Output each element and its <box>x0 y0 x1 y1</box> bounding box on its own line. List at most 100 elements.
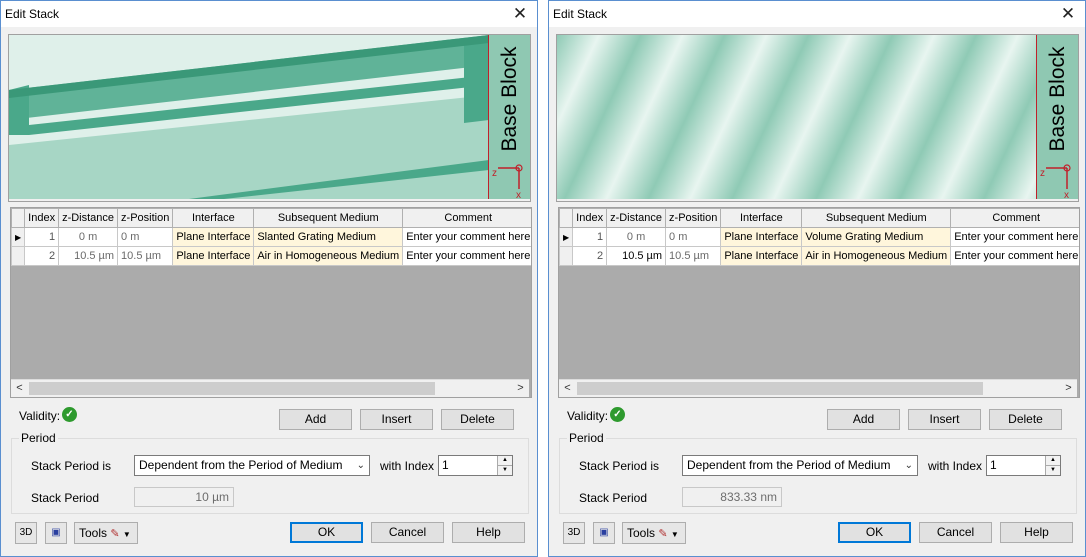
cancel-button[interactable]: Cancel <box>371 522 444 543</box>
row-header-corner <box>559 208 574 228</box>
table-row[interactable]: 2 10.5 µm 10.5 µm Plane Interface Air in… <box>11 246 531 266</box>
medium-cell[interactable]: Slanted Grating Medium <box>253 227 404 247</box>
spin-up-icon[interactable]: ▲ <box>1045 456 1060 466</box>
save-icon[interactable]: ▣ <box>593 522 615 544</box>
comment-cell[interactable]: Enter your comment here <box>950 227 1079 247</box>
delete-button[interactable]: Delete <box>441 409 514 430</box>
column-header[interactable]: z-Position <box>665 208 722 228</box>
with-index-stepper[interactable]: 1 ▲ ▼ <box>438 455 513 476</box>
z-distance-cell[interactable]: 0 m <box>606 227 667 247</box>
column-header[interactable]: Subsequent Medium <box>253 208 404 228</box>
scrollbar-thumb[interactable] <box>577 382 983 395</box>
view-3d-icon[interactable]: 3D <box>563 522 585 544</box>
scroll-right-icon[interactable]: > <box>1060 380 1077 397</box>
tools-menu-button[interactable]: Tools ✎ ▼ <box>622 522 686 544</box>
base-block: Base Block z x <box>1036 35 1078 199</box>
help-button[interactable]: Help <box>1000 522 1073 543</box>
z-distance-cell[interactable]: 10.5 µm <box>606 246 667 266</box>
stack-period-is-label: Stack Period is <box>579 459 660 473</box>
with-index-stepper[interactable]: 1 ▲ ▼ <box>986 455 1061 476</box>
base-block: Base Block z x <box>488 35 530 199</box>
scroll-left-icon[interactable]: < <box>11 380 28 397</box>
scroll-right-icon[interactable]: > <box>512 380 529 397</box>
column-header[interactable]: Index <box>572 208 608 228</box>
view-3d-icon[interactable]: 3D <box>15 522 37 544</box>
axis-x-label: x <box>1064 190 1069 199</box>
z-position-cell: 10.5 µm <box>665 246 722 266</box>
table-row[interactable]: 2 10.5 µm 10.5 µm Plane Interface Air in… <box>559 246 1079 266</box>
medium-cell[interactable]: Air in Homogeneous Medium <box>801 246 952 266</box>
table-row[interactable]: ▶ 1 0 m 0 m Plane Interface Slanted Grat… <box>11 227 531 247</box>
ok-button[interactable]: OK <box>290 522 363 543</box>
spin-down-icon[interactable]: ▼ <box>1045 466 1060 475</box>
tools-label: Tools <box>627 526 656 540</box>
insert-button[interactable]: Insert <box>908 409 981 430</box>
check-icon: ✓ <box>62 407 77 422</box>
validity-label: Validity: <box>19 409 61 423</box>
stack-period-dropdown[interactable]: Dependent from the Period of Medium ⌄ <box>682 455 918 476</box>
axis-indicator-icon: z x <box>1040 164 1071 199</box>
column-header[interactable]: Comment <box>402 208 531 228</box>
close-icon[interactable]: ✕ <box>1057 3 1079 25</box>
ok-button[interactable]: OK <box>838 522 911 543</box>
column-header[interactable]: Interface <box>172 208 255 228</box>
add-button[interactable]: Add <box>827 409 900 430</box>
stack-preview: Base Block z x <box>556 34 1079 202</box>
scroll-left-icon[interactable]: < <box>559 380 576 397</box>
edit-stack-dialog-left: Edit Stack ✕ Base Block z x Index z-Dist… <box>0 0 538 557</box>
chevron-down-icon: ▼ <box>122 530 131 539</box>
z-position-cell: 10.5 µm <box>117 246 174 266</box>
interface-cell[interactable]: Plane Interface <box>720 227 803 247</box>
stack-period-field: 10 µm <box>134 487 234 507</box>
table-header-row: Index z-Distance z-Position Interface Su… <box>11 208 531 228</box>
column-header[interactable]: Index <box>24 208 60 228</box>
delete-button[interactable]: Delete <box>989 409 1062 430</box>
horizontal-scrollbar[interactable]: < > <box>11 379 529 397</box>
scrollbar-thumb[interactable] <box>29 382 435 395</box>
column-header[interactable]: z-Distance <box>606 208 667 228</box>
comment-cell[interactable]: Enter your comment here <box>950 246 1079 266</box>
table-row[interactable]: ▶ 1 0 m 0 m Plane Interface Volume Grati… <box>559 227 1079 247</box>
medium-cell[interactable]: Volume Grating Medium <box>801 227 952 247</box>
interface-cell[interactable]: Plane Interface <box>172 246 255 266</box>
column-header[interactable]: Comment <box>950 208 1079 228</box>
interface-cell[interactable]: Plane Interface <box>172 227 255 247</box>
column-header[interactable]: z-Position <box>117 208 174 228</box>
with-index-value[interactable]: 1 <box>442 458 449 472</box>
z-position-cell: 0 m <box>665 227 722 247</box>
save-icon[interactable]: ▣ <box>45 522 67 544</box>
with-index-value[interactable]: 1 <box>990 458 997 472</box>
z-distance-cell[interactable]: 10.5 µm <box>58 246 119 266</box>
z-distance-cell[interactable]: 0 m <box>58 227 119 247</box>
comment-cell[interactable]: Enter your comment here <box>402 227 531 247</box>
title-bar: Edit Stack ✕ <box>1 1 537 27</box>
index-cell: 2 <box>24 246 60 266</box>
close-icon[interactable]: ✕ <box>509 3 531 25</box>
row-selector[interactable] <box>559 246 574 266</box>
index-cell: 1 <box>24 227 60 247</box>
tools-label: Tools <box>79 526 108 540</box>
spin-up-icon[interactable]: ▲ <box>497 456 512 466</box>
cancel-button[interactable]: Cancel <box>919 522 992 543</box>
stack-period-dropdown[interactable]: Dependent from the Period of Medium ⌄ <box>134 455 370 476</box>
interface-cell[interactable]: Plane Interface <box>720 246 803 266</box>
tools-menu-button[interactable]: Tools ✎ ▼ <box>74 522 138 544</box>
column-header[interactable]: z-Distance <box>58 208 119 228</box>
comment-cell[interactable]: Enter your comment here <box>402 246 531 266</box>
row-selector[interactable] <box>11 246 26 266</box>
row-selector-arrow-icon[interactable]: ▶ <box>11 227 26 247</box>
chevron-down-icon: ⌄ <box>904 460 913 471</box>
column-header[interactable]: Interface <box>720 208 803 228</box>
insert-button[interactable]: Insert <box>360 409 433 430</box>
add-button[interactable]: Add <box>279 409 352 430</box>
chevron-down-icon: ⌄ <box>356 460 365 471</box>
row-header-corner <box>11 208 26 228</box>
horizontal-scrollbar[interactable]: < > <box>559 379 1077 397</box>
spin-down-icon[interactable]: ▼ <box>497 466 512 475</box>
help-button[interactable]: Help <box>452 522 525 543</box>
column-header[interactable]: Subsequent Medium <box>801 208 952 228</box>
stack-table-area: Index z-Distance z-Position Interface Su… <box>558 207 1080 398</box>
medium-cell[interactable]: Air in Homogeneous Medium <box>253 246 404 266</box>
row-selector-arrow-icon[interactable]: ▶ <box>559 227 574 247</box>
stack-period-field: 833.33 nm <box>682 487 782 507</box>
